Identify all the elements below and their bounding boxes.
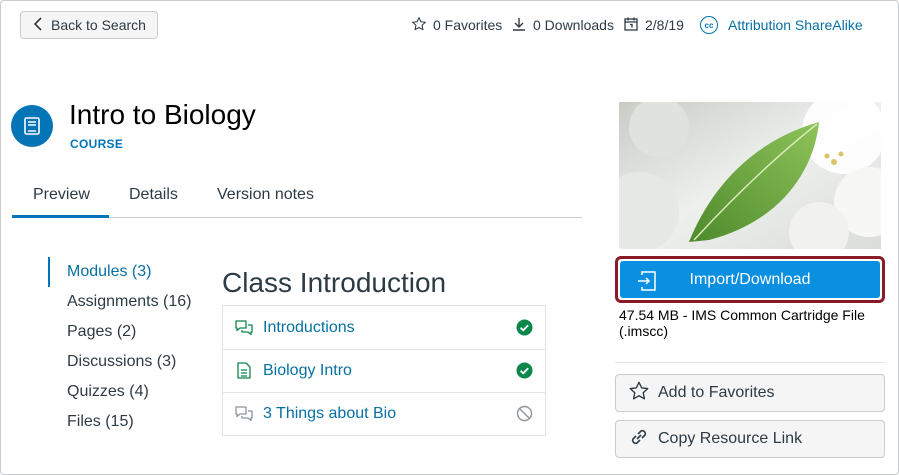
file-info-text: 47.54 MB - IMS Common Cartridge File (.i… xyxy=(619,307,865,339)
downloads-label: 0 Downloads xyxy=(533,17,614,33)
sidebar-item-assignments[interactable]: Assignments (16) xyxy=(67,293,192,311)
right-column-divider xyxy=(615,362,885,363)
favorites-count: 0 Favorites xyxy=(411,15,502,35)
add-to-favorites-button[interactable]: Add to Favorites xyxy=(615,374,885,412)
active-tab-indicator xyxy=(12,215,109,218)
published-check-icon xyxy=(515,319,533,337)
module-item-3-things-about-bio[interactable]: 3 Things about Bio xyxy=(223,392,545,436)
course-title: Intro to Biology xyxy=(69,99,256,130)
license-label: Attribution ShareAlike xyxy=(728,17,863,33)
module-item-biology-intro[interactable]: Biology Intro xyxy=(223,349,545,393)
chevron-left-icon xyxy=(33,16,43,34)
license-link[interactable]: cc Attribution ShareAlike xyxy=(700,15,863,35)
module-item-label: 3 Things about Bio xyxy=(263,404,397,422)
published-check-icon xyxy=(515,362,533,380)
copy-resource-link-label: Copy Resource Link xyxy=(658,430,803,447)
download-icon xyxy=(511,16,527,35)
downloads-count: 0 Downloads xyxy=(511,15,614,35)
course-icon xyxy=(11,105,53,147)
module-item-label: Introductions xyxy=(263,318,355,336)
calendar-icon xyxy=(623,16,639,35)
tab-version-notes[interactable]: Version notes xyxy=(217,186,314,204)
back-to-search-label: Back to Search xyxy=(51,17,146,33)
import-icon xyxy=(636,270,658,297)
star-icon xyxy=(628,380,650,407)
copy-resource-link-button[interactable]: Copy Resource Link xyxy=(615,420,885,458)
sidebar-item-quizzes[interactable]: Quizzes (4) xyxy=(67,383,149,401)
sidebar-item-modules[interactable]: Modules (3) xyxy=(67,263,151,281)
creative-commons-icon: cc xyxy=(700,16,718,34)
import-download-focus-ring: Import/Download xyxy=(615,256,885,303)
module-title: Class Introduction xyxy=(222,267,447,298)
module-item-label: Biology Intro xyxy=(263,361,352,379)
module-item-list: Introductions Biology Intro 3 Things abo… xyxy=(222,305,546,436)
module-item-introductions[interactable]: Introductions xyxy=(223,306,545,350)
link-icon xyxy=(628,426,650,453)
tab-preview[interactable]: Preview xyxy=(33,186,90,204)
star-icon xyxy=(411,16,427,35)
course-thumbnail-image xyxy=(619,102,881,249)
active-sidebar-indicator xyxy=(48,257,50,287)
discussion-icon xyxy=(235,405,253,423)
unpublished-icon xyxy=(515,405,533,423)
sidebar-item-discussions[interactable]: Discussions (3) xyxy=(67,353,176,371)
add-to-favorites-label: Add to Favorites xyxy=(658,384,775,401)
resource-type-label: COURSE xyxy=(70,137,124,151)
import-download-label: Import/Download xyxy=(689,270,811,288)
back-to-search-button[interactable]: Back to Search xyxy=(20,11,158,39)
tab-details[interactable]: Details xyxy=(129,186,178,204)
discussion-icon xyxy=(235,319,253,337)
favorites-label: 0 Favorites xyxy=(433,17,503,33)
page-icon xyxy=(235,362,253,380)
sidebar-item-files[interactable]: Files (15) xyxy=(67,413,134,431)
sidebar-item-pages[interactable]: Pages (2) xyxy=(67,323,136,341)
import-download-button[interactable]: Import/Download xyxy=(620,261,880,298)
date-label: 2/8/19 xyxy=(645,17,684,33)
last-updated-date: 2/8/19 xyxy=(623,15,684,35)
